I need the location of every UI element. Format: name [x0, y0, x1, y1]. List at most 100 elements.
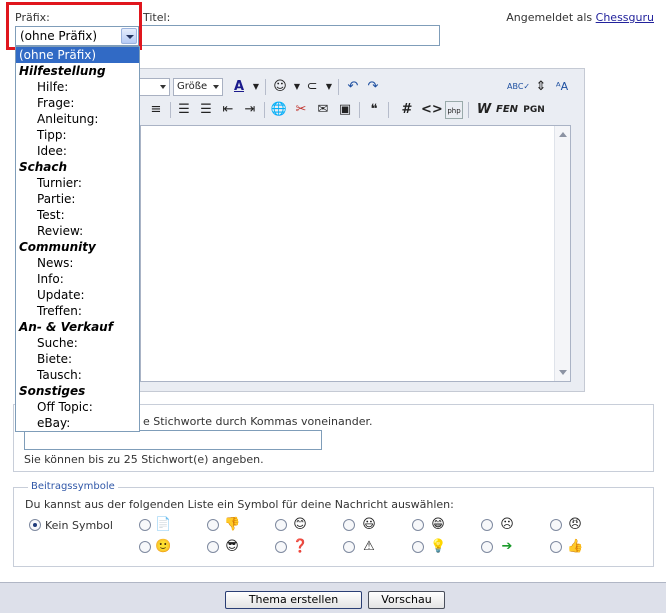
email-icon[interactable]: ✉ — [314, 101, 332, 119]
size-select[interactable]: Größe — [173, 78, 223, 96]
create-thread-button[interactable]: Thema erstellen — [225, 591, 362, 609]
icon-radio[interactable] — [343, 541, 355, 553]
thumbs-down-icon: 👎 — [224, 517, 241, 532]
dropdown-option[interactable]: Update: — [16, 287, 139, 303]
dropdown-option[interactable]: Tipp: — [16, 127, 139, 143]
dropdown-option[interactable]: eBay: — [16, 415, 139, 431]
attachment-icon[interactable]: ⊂ — [303, 78, 321, 96]
scroll-up-icon[interactable] — [559, 132, 567, 137]
dropdown-group: Hilfestellung — [19, 64, 106, 78]
dropdown-option[interactable]: Frage: — [16, 95, 139, 111]
post-icons-description: Du kannst aus der folgenden Liste ein Sy… — [25, 498, 454, 511]
icon-radio[interactable] — [481, 519, 493, 531]
angry-icon: 😠 — [568, 517, 582, 532]
icon-radio[interactable] — [207, 519, 219, 531]
grin-icon: 😃 — [362, 517, 376, 532]
tags-limit-text: Sie können bis zu 25 Stichwort(e) angebe… — [24, 453, 264, 466]
icon-radio[interactable] — [275, 519, 287, 531]
tags-info-text: e Stichworte durch Kommas voneinander. — [143, 415, 373, 428]
title-input[interactable] — [139, 25, 440, 46]
post-icons-legend: Beitragssymbole — [28, 481, 118, 492]
icon-radio[interactable] — [550, 519, 562, 531]
unordered-list-icon[interactable]: ☰ — [197, 101, 215, 119]
question-icon: ❓ — [292, 539, 309, 554]
dropdown-option[interactable]: Review: — [16, 223, 139, 239]
text-color-icon[interactable]: A — [230, 78, 248, 96]
message-textarea[interactable] — [140, 125, 571, 382]
remove-format-icon[interactable]: ᴬA — [553, 78, 571, 96]
icon-radio[interactable] — [412, 541, 424, 553]
thumbs-up-icon: 👍 — [567, 539, 584, 554]
hash-tag-icon[interactable]: # — [399, 101, 415, 119]
dropdown-option[interactable]: News: — [16, 255, 139, 271]
dropdown-option[interactable]: Suche: — [16, 335, 139, 351]
chevron-down-icon[interactable] — [121, 28, 137, 44]
tags-input[interactable] — [24, 430, 322, 450]
dropdown-option-no-prefix[interactable]: (ohne Präfix) — [16, 47, 139, 63]
fen-button[interactable]: FEN — [495, 101, 519, 119]
page-icon: 📄 — [155, 517, 172, 532]
warning-icon: ⚠ — [363, 539, 375, 554]
arrow-icon: ➔ — [501, 539, 513, 554]
logged-in-info: Angemeldet als Chessguru — [506, 11, 654, 24]
dropdown-option[interactable]: Treffen: — [16, 303, 139, 319]
dropdown-option[interactable]: Idee: — [16, 143, 139, 159]
font-select[interactable] — [137, 78, 170, 96]
prefix-select-value: (ohne Präfix) — [20, 29, 98, 43]
smilies-icon[interactable]: ☺ — [271, 78, 289, 96]
icon-radio[interactable] — [412, 519, 424, 531]
icon-radio[interactable] — [343, 519, 355, 531]
undo-icon[interactable]: ↶ — [345, 78, 361, 96]
link-icon[interactable]: 🌐 — [270, 101, 288, 119]
spellcheck-icon[interactable]: ABC✓ — [507, 78, 530, 96]
chess-pieces-icon[interactable]: W — [474, 101, 494, 119]
outdent-icon[interactable]: ⇤ — [219, 101, 237, 119]
indent-icon[interactable]: ⇥ — [241, 101, 259, 119]
icon-radio[interactable] — [481, 541, 493, 553]
username-link[interactable]: Chessguru — [596, 11, 654, 24]
align-justify-icon[interactable]: ≡ — [147, 101, 165, 119]
dropdown-group: Sonstiges — [19, 384, 86, 398]
dropdown-option[interactable]: Anleitung: — [16, 111, 139, 127]
logged-in-prefix: Angemeldet als — [506, 11, 593, 24]
code-icon[interactable]: <> — [421, 101, 443, 119]
icon-radio[interactable] — [207, 541, 219, 553]
dropdown-group: An- & Verkauf — [19, 320, 113, 334]
prefix-select[interactable]: (ohne Präfix) — [15, 26, 139, 46]
no-symbol-label: Kein Symbol — [45, 519, 113, 532]
no-symbol-radio[interactable] — [29, 519, 41, 531]
icon-radio[interactable] — [139, 541, 151, 553]
lightbulb-icon: 💡 — [430, 539, 447, 554]
smile-icon: 🙂 — [155, 539, 172, 554]
dropdown-option[interactable]: Off Topic: — [16, 399, 139, 415]
dropdown-option[interactable]: Test: — [16, 207, 139, 223]
image-icon[interactable]: ▣ — [336, 101, 354, 119]
scroll-down-icon[interactable] — [559, 370, 567, 375]
resize-icon[interactable]: ⇕ — [533, 78, 549, 96]
php-icon[interactable]: php — [445, 101, 463, 119]
dropdown-group: Community — [19, 240, 96, 254]
dropdown-option[interactable]: Info: — [16, 271, 139, 287]
icon-radio[interactable] — [275, 541, 287, 553]
smile-icon: 😊 — [293, 517, 307, 532]
pgn-button[interactable]: PGN — [522, 101, 546, 119]
preview-button[interactable]: Vorschau — [368, 591, 445, 609]
dropdown-option[interactable]: Turnier: — [16, 175, 139, 191]
icon-radio[interactable] — [139, 519, 151, 531]
dropdown-group: Schach — [19, 160, 68, 174]
quote-icon[interactable]: ❝ — [365, 101, 383, 119]
chevron-down-icon[interactable]: ▼ — [248, 78, 264, 96]
ordered-list-icon[interactable]: ☰ — [175, 101, 193, 119]
laugh-icon: 😁 — [431, 517, 445, 532]
icon-radio[interactable] — [550, 541, 562, 553]
size-select-label: Größe — [177, 81, 208, 92]
redo-icon[interactable]: ↷ — [365, 78, 381, 96]
dropdown-option[interactable]: Partie: — [16, 191, 139, 207]
dropdown-option[interactable]: Tausch: — [16, 367, 139, 383]
chevron-down-icon[interactable]: ▼ — [321, 78, 337, 96]
unlink-icon[interactable]: ✂ — [292, 101, 310, 119]
editor-scrollbar[interactable] — [554, 126, 570, 381]
dropdown-option[interactable]: Biete: — [16, 351, 139, 367]
dropdown-option[interactable]: Hilfe: — [16, 79, 139, 95]
prefix-dropdown-list[interactable]: (ohne Präfix) Hilfestellung Hilfe: Frage… — [15, 46, 140, 432]
